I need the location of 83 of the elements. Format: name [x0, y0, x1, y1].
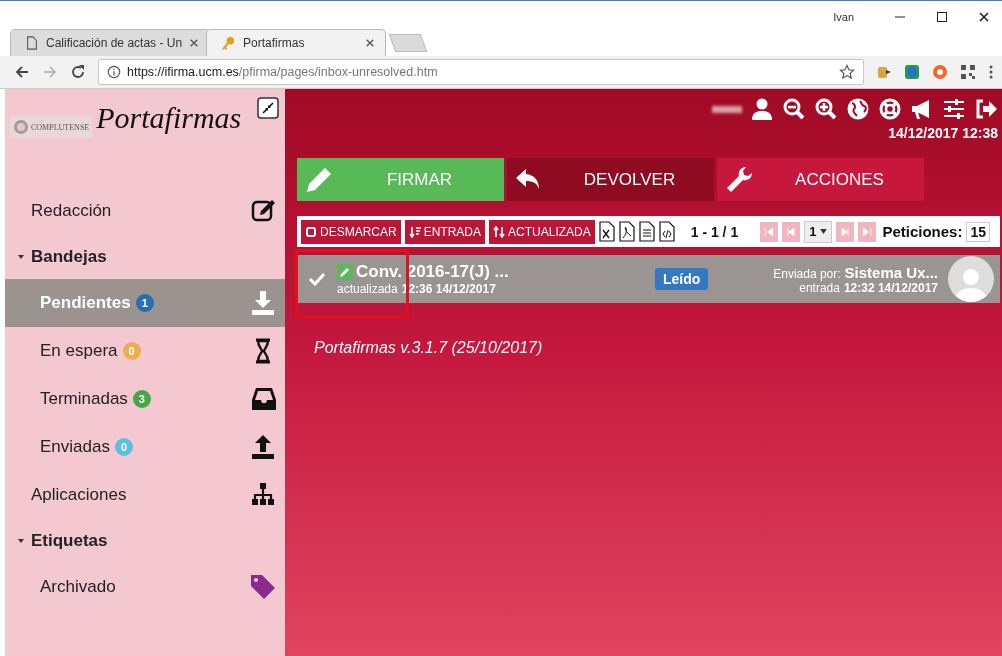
toolbar-button[interactable]: DESMARCAR	[301, 219, 401, 244]
inbox-tray-icon	[251, 386, 277, 412]
pencil-icon	[337, 264, 353, 280]
page-range: 1 - 1 / 1	[690, 223, 739, 240]
lifebuoy-icon[interactable]	[878, 97, 902, 121]
upload-icon	[251, 434, 277, 460]
sidebar-item[interactable]: Pendientes 1	[5, 279, 285, 327]
received-time: entrada 12:32 14/12/2017	[799, 280, 938, 295]
settings-icon[interactable]	[942, 97, 966, 121]
blurred-name	[712, 105, 742, 113]
qr-code-icon[interactable]	[960, 64, 976, 80]
toolbar-button[interactable]: ENTRADA	[404, 219, 486, 244]
sidebar-item[interactable]: Enviadas 0	[5, 423, 285, 471]
sidebar-section[interactable]: Etiquetas	[5, 519, 285, 563]
row-checkbox[interactable]	[307, 272, 327, 286]
maximize-icon[interactable]	[936, 11, 948, 23]
sidebar-item[interactable]: Archivado	[5, 563, 285, 611]
action-button[interactable]: ACCIONES	[717, 158, 924, 201]
toolbar-button[interactable]: ACTUALIZADA	[489, 219, 595, 244]
avatar	[948, 256, 994, 302]
skip-forward-icon	[861, 225, 874, 238]
item-label: Archivado	[40, 577, 116, 597]
count-badge: 1	[135, 294, 154, 312]
back-icon[interactable]	[14, 64, 30, 80]
globe-icon[interactable]	[846, 97, 870, 121]
extension-icon[interactable]	[876, 64, 892, 80]
sort-down-icon	[408, 225, 421, 238]
count-badge: 0	[114, 438, 133, 456]
collapse-icon[interactable]	[257, 97, 279, 119]
count-badge: 0	[122, 342, 141, 360]
sitemap-icon	[251, 482, 277, 508]
extension-icon[interactable]	[904, 64, 920, 80]
key-icon	[221, 35, 237, 51]
download-icon	[251, 290, 277, 316]
count-badge: 3	[132, 390, 151, 408]
zoom-out-icon[interactable]	[782, 97, 806, 121]
item-label: En espera	[40, 341, 118, 361]
close-icon[interactable]	[365, 38, 376, 48]
sidebar-item[interactable]: Terminadas 3	[5, 375, 285, 423]
address-bar[interactable]: https://ifirma.ucm.es/pfirma/pages/inbox-unresolved.htm	[98, 59, 864, 85]
crest-icon	[13, 119, 29, 135]
sidebar-item[interactable]: Aplicaciones	[5, 471, 285, 519]
browser-tab[interactable]: Portafirmas	[206, 29, 387, 56]
star-icon[interactable]	[839, 64, 855, 80]
sort-up-down-icon	[493, 225, 506, 238]
item-label: Terminadas	[40, 389, 128, 409]
zoom-in-icon[interactable]	[814, 97, 838, 121]
menu-icon[interactable]	[988, 64, 994, 80]
page-icon	[25, 35, 39, 51]
sender-line: Enviada por: Sistema Ux...	[773, 263, 938, 281]
item-label: Pendientes	[40, 293, 131, 313]
sidebar-section[interactable]: Bandejas	[5, 235, 285, 279]
skip-back-icon	[763, 225, 776, 238]
logout-icon[interactable]	[974, 97, 998, 121]
date-time: 14/12/2017 12:38	[888, 125, 998, 141]
sidebar-item[interactable]: Redacción	[5, 187, 285, 235]
version-text: Portafirmas v.3.1.7 (25/10/2017)	[314, 339, 544, 357]
close-icon[interactable]	[978, 11, 990, 23]
url-text: https://ifirma.ucm.es/pfirma/pages/inbox-unresolved.htm	[127, 65, 439, 79]
app-title: Portafirmas	[96, 101, 242, 135]
item-label: Enviadas	[40, 437, 110, 457]
edit-icon	[251, 198, 277, 224]
sidebar-item[interactable]: En espera 0	[5, 327, 285, 375]
caret-down-icon[interactable]	[17, 253, 25, 261]
count-field[interactable]: 15	[966, 221, 991, 242]
skip-back-icon	[785, 225, 798, 238]
page-select[interactable]: 1	[804, 220, 833, 243]
action-button[interactable]: DEVOLVER	[507, 158, 714, 201]
pdf-file-icon[interactable]	[618, 221, 635, 242]
text-file-icon[interactable]	[638, 221, 655, 242]
status-badge: Leído	[655, 268, 709, 290]
caret-down-icon[interactable]	[17, 537, 25, 545]
count-label: Peticiones:	[882, 223, 963, 240]
user-icon[interactable]	[750, 97, 774, 121]
logo-text: COMPLUTENSE	[31, 122, 90, 132]
skip-forward-icon	[839, 225, 852, 238]
profile-name[interactable]: Ivan	[833, 11, 854, 23]
reload-icon[interactable]	[70, 64, 86, 80]
info-icon[interactable]	[107, 65, 121, 79]
square-icon	[305, 225, 317, 238]
spreadsheet-icon[interactable]	[598, 221, 615, 242]
caret-down-icon	[820, 229, 828, 234]
code-file-icon[interactable]	[658, 221, 675, 242]
